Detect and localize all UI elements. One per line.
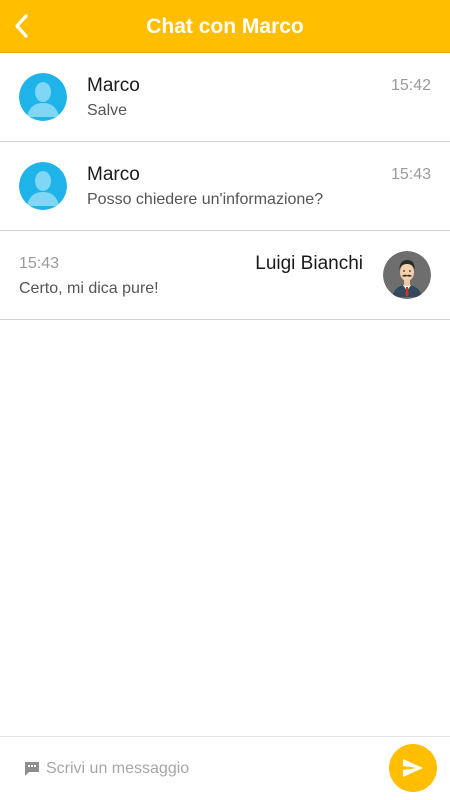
man-with-mustache-avatar-icon <box>383 251 431 299</box>
user-silhouette-icon <box>19 162 67 210</box>
message-composer <box>0 736 450 800</box>
message-item: Marco 15:43 Posso chiedere un'informazio… <box>0 142 450 231</box>
message-input[interactable] <box>46 751 376 787</box>
send-button[interactable] <box>389 744 437 792</box>
message-item: 15:43 Luigi Bianchi Certo, mi dica pure! <box>0 231 450 320</box>
message-time: 15:43 <box>390 166 431 183</box>
message-text: Certo, mi dica pure! <box>19 280 159 297</box>
user-silhouette-icon <box>19 73 67 121</box>
message-text: Salve <box>87 102 128 119</box>
chat-screen: Chat con Marco Marco 15:42 Salve Marco 1… <box>0 0 450 800</box>
sender-name: Marco <box>87 75 140 96</box>
message-time: 15:43 <box>19 255 60 272</box>
message-text: Posso chiedere un'informazione? <box>87 191 324 208</box>
avatar <box>19 73 67 121</box>
send-icon <box>403 759 423 777</box>
avatar <box>19 162 67 210</box>
page-title: Chat con Marco <box>146 15 304 38</box>
chat-bubble-icon <box>25 762 39 776</box>
message-time: 15:42 <box>390 77 431 94</box>
app-header: Chat con Marco <box>0 0 450 53</box>
sender-name: Marco <box>87 164 140 185</box>
sender-name: Luigi Bianchi <box>255 253 363 274</box>
avatar <box>383 251 431 299</box>
message-item: Marco 15:42 Salve <box>0 53 450 142</box>
